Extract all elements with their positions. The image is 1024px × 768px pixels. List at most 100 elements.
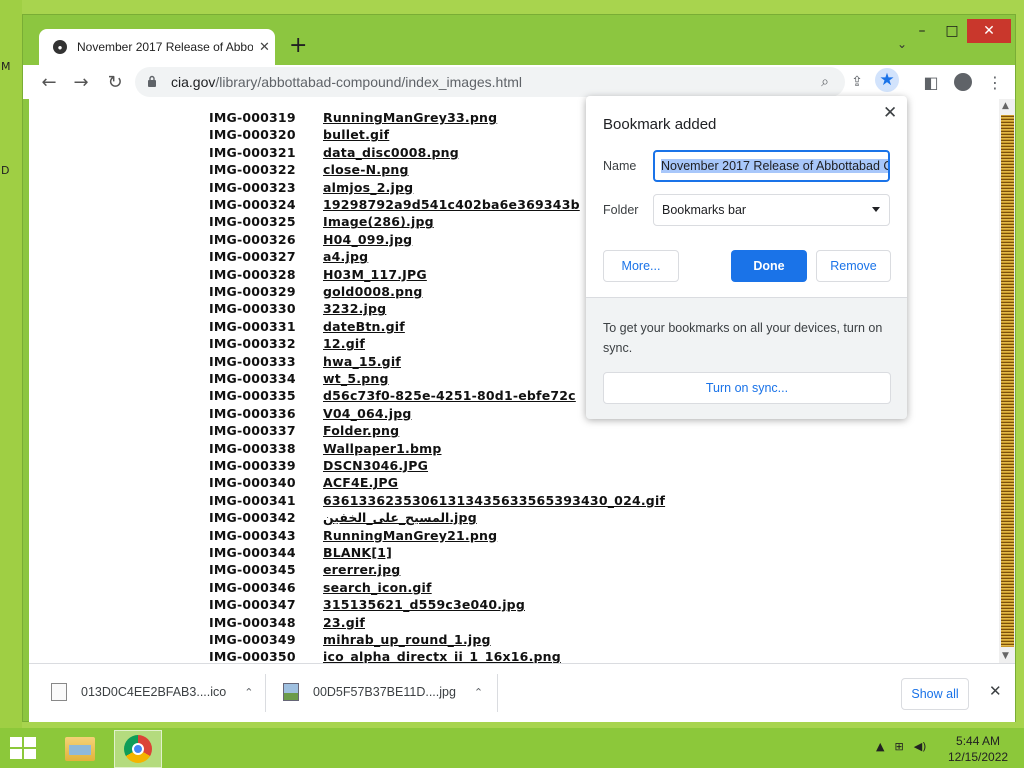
- name-label: Name: [603, 159, 637, 173]
- image-file-link[interactable]: DSCN3046.JPG: [323, 458, 428, 473]
- taskbar-chrome[interactable]: [114, 730, 162, 768]
- image-file-link[interactable]: Image(286).jpg: [323, 214, 434, 229]
- image-file-link[interactable]: dateBtn.gif: [323, 319, 405, 334]
- share-icon[interactable]: ⇪: [845, 70, 869, 94]
- image-file-link[interactable]: 19298792a9d541c402ba6e369343b: [323, 197, 580, 212]
- image-id: IMG-000341: [209, 492, 296, 508]
- done-button[interactable]: Done: [731, 250, 807, 282]
- image-id: IMG-000335: [209, 388, 296, 404]
- image-file-link[interactable]: wt_5.png: [323, 371, 389, 386]
- image-file-link[interactable]: d56c73f0-825e-4251-80d1-ebfe72c: [323, 388, 576, 403]
- image-file-link[interactable]: ACF4E.JPG: [323, 475, 398, 490]
- image-id: IMG-000330: [209, 301, 296, 317]
- image-file-link[interactable]: 3232.jpg: [323, 301, 386, 316]
- tab-close-icon[interactable]: ✕: [259, 40, 270, 55]
- scrollbar[interactable]: ▲ ▼: [999, 99, 1015, 663]
- show-all-button[interactable]: Show all: [901, 678, 969, 710]
- image-id: IMG-000320: [209, 127, 296, 143]
- turn-on-sync-button[interactable]: Turn on sync...: [603, 372, 891, 404]
- image-id: IMG-000327: [209, 249, 296, 265]
- image-file-link[interactable]: BLANK[1]: [323, 545, 392, 560]
- image-file-link[interactable]: ererrer.jpg: [323, 562, 400, 577]
- remove-button[interactable]: Remove: [816, 250, 891, 282]
- side-panel-icon[interactable]: ◧: [919, 70, 943, 94]
- profile-icon[interactable]: [951, 70, 975, 94]
- tab-title: November 2017 Release of Abbottabad Comp…: [77, 40, 253, 54]
- zoom-icon[interactable]: ⌕: [813, 70, 837, 94]
- show-hidden-icons-icon[interactable]: ▲: [876, 740, 884, 753]
- dropdown-arrow-icon: [872, 207, 880, 212]
- chevron-up-icon[interactable]: ⌃: [244, 686, 253, 699]
- scroll-down-icon[interactable]: ▼: [1002, 651, 1009, 661]
- back-button[interactable]: ←: [37, 70, 61, 94]
- download-item[interactable]: 013D0C4EE2BFAB3....ico ⌃: [51, 674, 253, 710]
- close-download-shelf-icon[interactable]: ✕: [989, 682, 1002, 700]
- image-file-link[interactable]: a4.jpg: [323, 249, 368, 264]
- image-file-link[interactable]: Folder.png: [323, 423, 399, 438]
- browser-tab[interactable]: ● November 2017 Release of Abbottabad Co…: [39, 29, 275, 65]
- image-file-link[interactable]: H04_099.jpg: [323, 232, 412, 247]
- image-id: IMG-000339: [209, 458, 296, 473]
- image-file-link[interactable]: 23.gif: [323, 615, 365, 630]
- image-id: IMG-000344: [209, 545, 296, 560]
- image-id: IMG-000337: [209, 423, 296, 439]
- chevron-up-icon[interactable]: ⌃: [474, 686, 483, 699]
- image-id: IMG-000333: [209, 353, 296, 369]
- download-filename: 013D0C4EE2BFAB3....ico: [81, 685, 227, 699]
- image-file-link[interactable]: RunningManGrey33.png: [323, 110, 497, 125]
- url-text[interactable]: cia.gov/library/abbottabad-compound/inde…: [171, 74, 522, 90]
- image-file-link[interactable]: search_icon.gif: [323, 580, 432, 595]
- image-file-link[interactable]: 315135621_d559c3e040.jpg: [323, 597, 525, 612]
- browser-toolbar: ← → ↻ cia.gov/library/abbottabad-compoun…: [23, 65, 1015, 99]
- image-file-link[interactable]: 63613362353061313435633565393430_024.gif: [323, 493, 665, 508]
- tab-search-icon[interactable]: ⌄: [897, 37, 907, 51]
- start-button[interactable]: [10, 737, 38, 761]
- image-file-link[interactable]: hwa_15.gif: [323, 354, 401, 369]
- more-button[interactable]: More...: [603, 250, 679, 282]
- new-tab-button[interactable]: +: [289, 35, 307, 57]
- address-bar[interactable]: cia.gov/library/abbottabad-compound/inde…: [135, 67, 863, 97]
- image-id: IMG-000331: [209, 318, 296, 334]
- scrollbar-thumb[interactable]: [1001, 115, 1014, 647]
- folder-select[interactable]: Bookmarks bar: [653, 194, 890, 226]
- desktop-icon-label[interactable]: D: [1, 164, 9, 177]
- image-id: IMG-000342: [209, 510, 296, 526]
- image-file-link[interactable]: bullet.gif: [323, 127, 389, 142]
- menu-icon[interactable]: ⋮: [983, 70, 1007, 94]
- desktop-icon-label[interactable]: M: [1, 60, 11, 73]
- forward-button[interactable]: →: [69, 70, 93, 94]
- image-id: IMG-000334: [209, 371, 296, 386]
- image-id: IMG-000340: [209, 475, 296, 491]
- minimize-button[interactable]: –: [907, 19, 937, 43]
- image-id: IMG-000326: [209, 231, 296, 247]
- image-file-link[interactable]: 12.gif: [323, 336, 365, 351]
- image-file-link[interactable]: Wallpaper1.bmp: [323, 441, 442, 456]
- close-icon[interactable]: ✕: [883, 103, 897, 123]
- network-icon[interactable]: ⊞: [894, 740, 903, 753]
- reload-button[interactable]: ↻: [103, 70, 127, 94]
- image-file-link[interactable]: data_disc0008.png: [323, 145, 459, 160]
- maximize-button[interactable]: □: [937, 19, 967, 43]
- bookmark-star-icon[interactable]: ★: [875, 68, 899, 92]
- clock[interactable]: 5:44 AM 12/15/2022: [948, 733, 1008, 765]
- volume-icon[interactable]: ◀): [914, 740, 927, 753]
- image-file-link[interactable]: mihrab_up_round_1.jpg: [323, 632, 491, 647]
- site-favicon-icon: ●: [53, 40, 67, 54]
- lock-icon[interactable]: [147, 75, 157, 87]
- image-file-link[interactable]: almjos_2.jpg: [323, 180, 413, 195]
- image-file-link[interactable]: ico_alpha_directx_ii_1_16x16.png: [323, 649, 561, 663]
- image-file-link[interactable]: V04_064.jpg: [323, 406, 412, 421]
- image-id: IMG-000345: [209, 562, 296, 578]
- image-file-link[interactable]: gold0008.png: [323, 284, 423, 299]
- scroll-up-icon[interactable]: ▲: [1002, 101, 1009, 111]
- bookmark-name-input[interactable]: November 2017 Release of Abbottabad Comp…: [653, 150, 890, 182]
- image-file-link[interactable]: close-N.png: [323, 162, 409, 177]
- image-file-link[interactable]: RunningManGrey21.png: [323, 528, 497, 543]
- close-window-button[interactable]: ✕: [967, 19, 1011, 43]
- image-file-link[interactable]: H03M_117.JPG: [323, 267, 427, 282]
- image-id: IMG-000343: [209, 527, 296, 543]
- taskbar-file-explorer[interactable]: [56, 730, 104, 768]
- image-file-link[interactable]: المسيح_على_الخفين.jpg: [323, 510, 477, 525]
- download-item[interactable]: 00D5F57B37BE11D....jpg ⌃: [283, 674, 483, 710]
- system-tray: ▲ ⊞ ◀): [876, 740, 926, 753]
